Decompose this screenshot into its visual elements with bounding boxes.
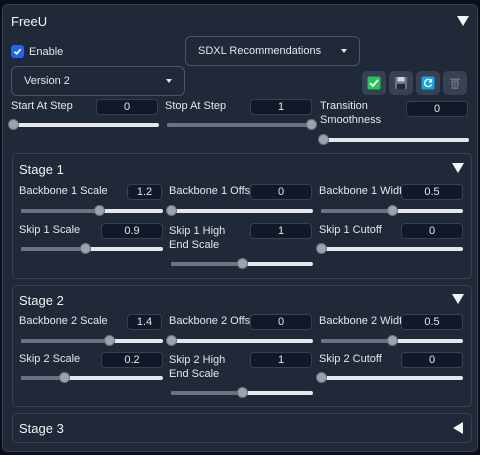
backbone-2-scale-slider[interactable] [21,335,163,347]
backbone-2-width-label: Backbone 2 Width [319,315,409,327]
skip-1-cutoff-label: Skip 1 Cutoff [319,224,382,236]
delete-icon [450,78,460,89]
backbone-1-offset-label: Backbone 1 Offset [169,185,260,197]
backbone-2-width-input[interactable]: 0.5 [401,314,463,330]
backbone-1-offset-slider[interactable] [166,205,313,217]
backbone-1-offset-input[interactable]: 0 [250,184,312,200]
chevron-down-icon [166,79,172,83]
transition-smoothness-slider[interactable] [318,134,469,146]
skip-2-cutoff-label: Skip 2 Cutoff [319,353,382,365]
enable-checkbox[interactable] [11,45,24,58]
skip-2-cutoff-slider[interactable] [316,372,463,384]
backbone-1-scale-slider[interactable] [21,205,163,217]
backbone-2-offset-label: Backbone 2 Offset [169,315,260,327]
backbone-1-width-label: Backbone 1 Width [319,185,409,197]
expand-stage-3-icon[interactable] [453,422,463,434]
skip-2-scale-label: Skip 2 Scale [19,353,81,365]
skip-1-scale-label: Skip 1 Scale [19,224,81,236]
enable-label: Enable [29,46,64,58]
start-at-step-label: Start At Step [11,100,73,112]
skip-2-high-end-scale-input[interactable]: 1 [250,352,312,368]
backbone-1-width-input[interactable]: 0.5 [401,184,463,200]
refresh-icon [421,76,435,90]
start-at-step-slider[interactable] [8,119,159,131]
version-dropdown[interactable]: Version 2 [11,66,185,96]
skip-1-high-end-scale-slider[interactable] [171,258,313,270]
freeu-panel: FreeU Enable SDXL Recommendations Versio… [2,4,478,452]
stage-2-title: Stage 2 [19,293,64,308]
backbone-1-width-slider[interactable] [321,205,463,217]
freeu-title: FreeU [11,14,48,29]
chevron-down-icon [341,49,347,53]
save-icon [395,77,407,89]
version-dropdown-value: Version 2 [24,75,70,87]
stage-2-section: Stage 2 Backbone 2 Scale 1.4 Backbone 2 … [12,285,472,407]
checkmark-icon [13,48,22,56]
start-at-step-input[interactable]: 0 [96,99,158,115]
backbone-2-scale-input[interactable]: 1.4 [127,314,162,330]
skip-2-scale-input[interactable]: 0.2 [101,352,163,368]
stop-at-step-slider[interactable] [167,119,317,131]
skip-1-cutoff-slider[interactable] [316,243,463,255]
stage-3-section[interactable]: Stage 3 [12,413,472,443]
delete-button[interactable] [443,71,467,95]
collapse-stage-1-icon[interactable] [452,163,464,173]
preset-dropdown-value: SDXL Recommendations [198,45,322,57]
backbone-2-width-slider[interactable] [321,335,463,347]
preset-dropdown[interactable]: SDXL Recommendations [185,36,360,66]
stage-3-title: Stage 3 [19,421,64,436]
skip-1-high-end-scale-input[interactable]: 1 [250,223,312,239]
backbone-2-offset-input[interactable]: 0 [250,314,312,330]
transition-smoothness-input[interactable]: 0 [406,101,468,117]
save-button[interactable] [389,71,413,95]
backbone-1-scale-label: Backbone 1 Scale [19,185,108,197]
backbone-1-scale-input[interactable]: 1.2 [127,184,162,200]
stop-at-step-input[interactable]: 1 [250,99,312,115]
skip-1-scale-slider[interactable] [21,243,163,255]
skip-1-cutoff-input[interactable]: 0 [401,223,463,239]
transition-smoothness-label: Transition Smoothness [320,100,382,126]
skip-2-high-end-scale-label: Skip 2 High End Scale [169,354,226,380]
skip-1-scale-input[interactable]: 0.9 [101,223,163,239]
skip-2-high-end-scale-slider[interactable] [171,387,313,399]
stage-1-title: Stage 1 [19,162,64,177]
stop-at-step-label: Stop At Step [165,100,227,112]
collapse-stage-2-icon[interactable] [452,294,464,304]
collapse-freeu-icon[interactable] [457,16,469,26]
skip-2-cutoff-input[interactable]: 0 [401,352,463,368]
apply-button[interactable] [362,71,386,95]
skip-2-scale-slider[interactable] [21,372,163,384]
backbone-2-scale-label: Backbone 2 Scale [19,315,108,327]
stage-1-section: Stage 1 Backbone 1 Scale 1.2 Backbone 1 … [12,153,472,279]
refresh-button[interactable] [416,71,440,95]
skip-1-high-end-scale-label: Skip 1 High End Scale [169,225,226,251]
backbone-2-offset-slider[interactable] [166,335,313,347]
apply-check-icon [367,76,381,90]
